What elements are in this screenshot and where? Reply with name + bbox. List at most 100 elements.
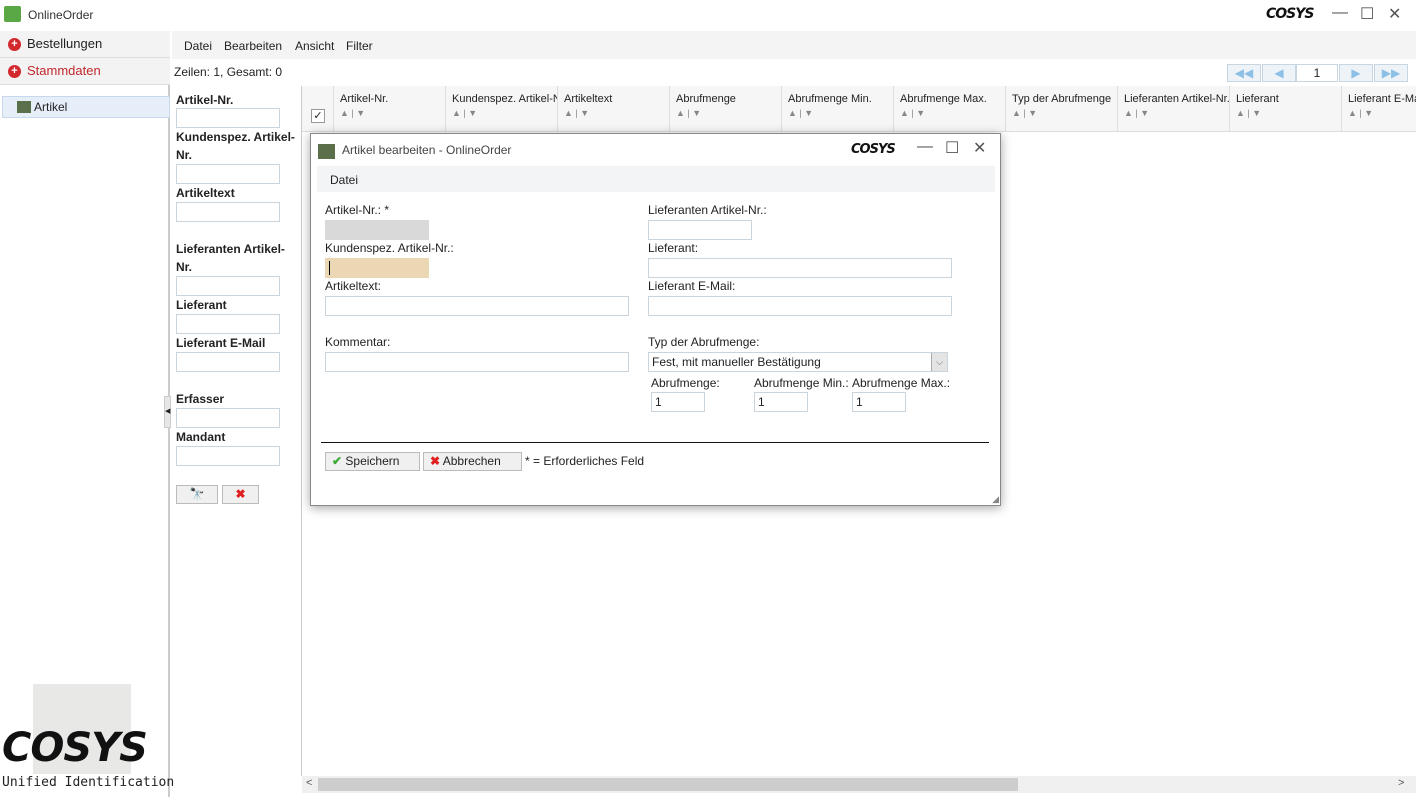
sort-icon[interactable]: ▲ | ▼ [676, 108, 781, 118]
dialog-menu-bar: Datei [317, 166, 995, 192]
tree-item-artikel[interactable]: Artikel [2, 96, 170, 118]
scroll-left-icon[interactable]: < [306, 777, 312, 789]
clear-filter-button[interactable]: ✖ [222, 485, 259, 504]
column-header-label: Typ der Abrufmenge [1012, 93, 1112, 105]
sidebar-item-label: Bestellungen [27, 36, 103, 51]
collapse-panel-handle[interactable]: ◀ [164, 396, 171, 428]
cancel-label: Abbrechen [442, 454, 501, 468]
kundenspez-field[interactable] [325, 258, 429, 278]
sort-icon[interactable]: ▲ | ▼ [564, 108, 669, 118]
menu-bearbeiten[interactable]: Bearbeiten [224, 39, 282, 53]
sidebar-item-bestellungen[interactable]: + Bestellungen [0, 31, 170, 58]
artikel-nr-field [325, 220, 429, 240]
first-page-button[interactable]: ◀◀ [1227, 64, 1261, 82]
filter-lieferanten-artikel-nr-input[interactable] [176, 276, 280, 296]
plus-icon: + [8, 65, 21, 78]
divider [321, 442, 989, 443]
close-button[interactable]: ✕ [1388, 4, 1401, 24]
lieferant-label: Lieferant: [648, 241, 699, 255]
app-title: OnlineOrder [28, 8, 94, 22]
lieferant-field[interactable] [648, 258, 952, 278]
dialog-menu-datei[interactable]: Datei [330, 173, 358, 187]
column-header[interactable]: Kundenspez. Artikel-Nr. ▲ | ▼ [446, 86, 558, 132]
lieferant-email-label: Lieferant E-Mail: [648, 279, 736, 293]
typ-abrufmenge-select[interactable]: Fest, mit manueller Bestätigung ⌵ [648, 352, 948, 372]
cosys-logo-text: COSYS [2, 725, 148, 771]
binoculars-icon: 🔭 [189, 487, 205, 501]
sort-icon[interactable]: ▲ | ▼ [452, 108, 557, 118]
column-header[interactable]: Typ der Abrufmenge ▲ | ▼ [1006, 86, 1118, 132]
search-button[interactable]: 🔭 [176, 485, 218, 504]
page-input[interactable]: 1 [1296, 64, 1338, 82]
column-header[interactable]: Lieferant E-Mail ▲ | ▼ [1342, 86, 1416, 132]
dialog-minimize-button[interactable]: — [917, 138, 933, 156]
column-header[interactable]: Artikeltext ▲ | ▼ [558, 86, 670, 132]
filter-label: Artikeltext [176, 186, 235, 200]
column-header-label: Lieferant [1236, 93, 1279, 105]
save-button[interactable]: ✔ Speichern [325, 452, 420, 471]
filter-label: Artikel-Nr. [176, 93, 234, 107]
sidebar: + Bestellungen + Stammdaten [0, 31, 170, 797]
lieferant-email-field[interactable] [648, 296, 952, 316]
scroll-right-icon[interactable]: > [1398, 777, 1404, 789]
x-icon: ✖ [235, 487, 246, 501]
chevron-down-icon[interactable]: ⌵ [931, 353, 947, 371]
select-all-checkbox[interactable]: ✓ [311, 109, 325, 123]
filter-artikeltext-input[interactable] [176, 202, 280, 222]
kundenspez-label: Kundenspez. Artikel-Nr.: [325, 241, 454, 255]
cancel-button[interactable]: ✖ Abbrechen [423, 452, 522, 471]
column-header-label: Lieferant E-Mail [1348, 93, 1416, 105]
scrollbar-thumb[interactable] [318, 778, 1018, 791]
menu-datei[interactable]: Datei [184, 39, 212, 53]
horizontal-scrollbar[interactable]: < > [302, 776, 1416, 793]
artikel-icon [318, 144, 335, 159]
sort-icon[interactable]: ▲ | ▼ [900, 108, 1005, 118]
required-note: * = Erforderliches Feld [525, 454, 645, 468]
last-page-button[interactable]: ▶▶ [1374, 64, 1408, 82]
sort-icon[interactable]: ▲ | ▼ [1348, 108, 1416, 118]
dialog-maximize-button[interactable]: ☐ [945, 138, 959, 158]
column-header[interactable]: Abrufmenge ▲ | ▼ [670, 86, 782, 132]
sidebar-item-stammdaten[interactable]: + Stammdaten [0, 58, 170, 85]
filter-erfasser-input[interactable] [176, 408, 280, 428]
menu-filter[interactable]: Filter [346, 39, 373, 53]
sort-icon[interactable]: ▲ | ▼ [1124, 108, 1229, 118]
filter-kundenspez-input[interactable] [176, 164, 280, 184]
abrufmenge-min-label: Abrufmenge Min.: [754, 376, 849, 390]
next-page-button[interactable]: ▶ [1339, 64, 1373, 82]
column-header[interactable]: Lieferanten Artikel-Nr. ▲ | ▼ [1118, 86, 1230, 132]
filter-mandant-input[interactable] [176, 446, 280, 466]
column-header-label: Lieferanten Artikel-Nr. [1124, 93, 1230, 105]
filter-label: Lieferant E-Mail [176, 336, 266, 350]
sort-icon[interactable]: ▲ | ▼ [340, 108, 445, 118]
prev-page-button[interactable]: ◀ [1262, 64, 1296, 82]
sort-icon[interactable]: ▲ | ▼ [1012, 108, 1117, 118]
x-icon: ✖ [430, 454, 441, 468]
filter-label: Erfasser [176, 392, 225, 406]
artikeltext-field[interactable] [325, 296, 629, 316]
column-header[interactable]: Abrufmenge Max. ▲ | ▼ [894, 86, 1006, 132]
abrufmenge-field[interactable]: 1 [651, 392, 705, 412]
abrufmenge-max-field[interactable]: 1 [852, 392, 906, 412]
minimize-button[interactable]: — [1332, 4, 1348, 22]
column-header[interactable]: Lieferant ▲ | ▼ [1230, 86, 1342, 132]
kommentar-field[interactable] [325, 352, 629, 372]
column-header[interactable]: Abrufmenge Min. ▲ | ▼ [782, 86, 894, 132]
typ-abrufmenge-label: Typ der Abrufmenge: [648, 335, 760, 349]
filter-artikel-nr-input[interactable] [176, 108, 280, 128]
column-header[interactable]: Artikel-Nr. ▲ | ▼ [334, 86, 446, 132]
dialog-title: Artikel bearbeiten - OnlineOrder [342, 143, 512, 157]
filter-lieferant-email-input[interactable] [176, 352, 280, 372]
menu-ansicht[interactable]: Ansicht [295, 39, 334, 53]
maximize-button[interactable]: ☐ [1360, 4, 1374, 24]
sort-icon[interactable]: ▲ | ▼ [788, 108, 893, 118]
dialog-close-button[interactable]: ✕ [973, 138, 986, 158]
lieferanten-artikel-nr-field[interactable] [648, 220, 752, 240]
typ-abrufmenge-value: Fest, mit manueller Bestätigung [652, 355, 821, 369]
abrufmenge-min-field[interactable]: 1 [754, 392, 808, 412]
check-icon: ✔ [332, 454, 343, 468]
resize-grip[interactable]: ◢ [992, 494, 999, 505]
artikeltext-label: Artikeltext: [325, 279, 382, 293]
sort-icon[interactable]: ▲ | ▼ [1236, 108, 1341, 118]
filter-lieferant-input[interactable] [176, 314, 280, 334]
